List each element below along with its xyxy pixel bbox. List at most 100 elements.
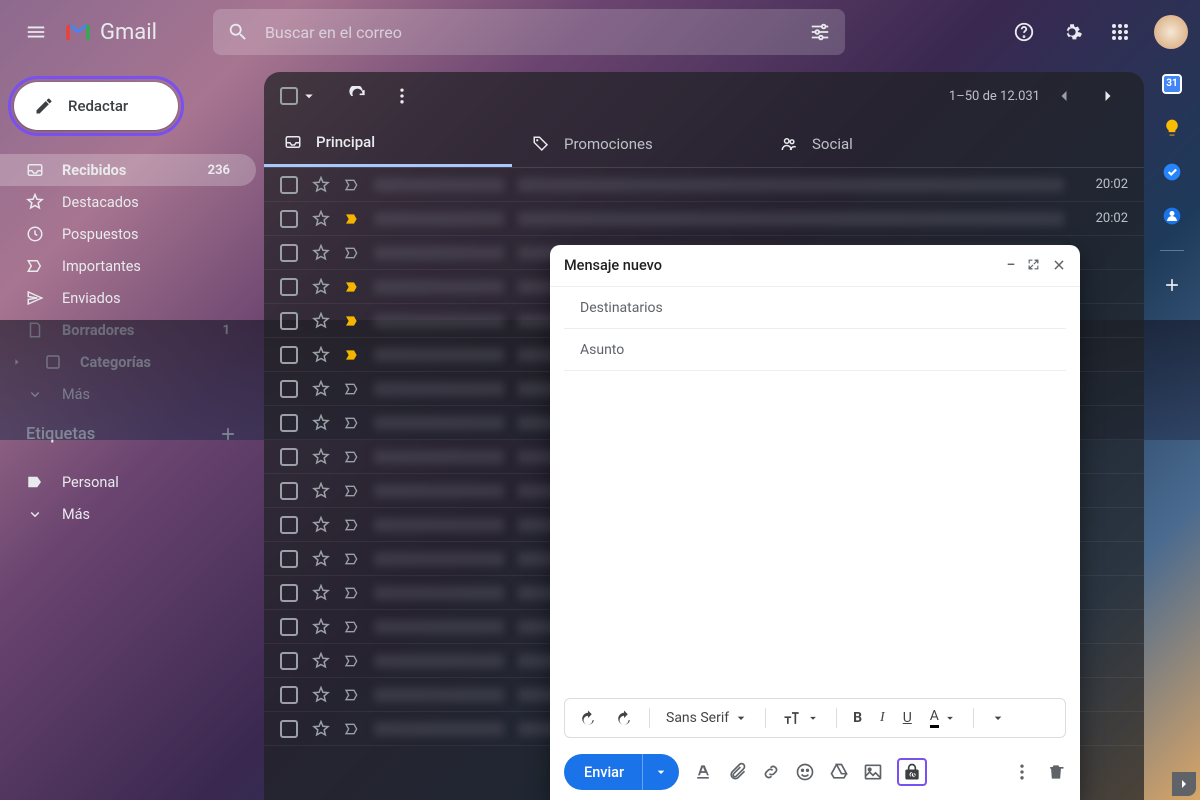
calendar-app-icon[interactable]: 31 <box>1162 74 1182 94</box>
send-button[interactable]: Enviar <box>564 754 679 790</box>
star-icon[interactable] <box>312 720 330 738</box>
mail-row[interactable]: 20:02 <box>264 168 1144 202</box>
star-icon[interactable] <box>312 380 330 398</box>
text-color-button[interactable]: A <box>924 704 963 732</box>
important-marker[interactable] <box>344 381 360 397</box>
important-marker[interactable] <box>344 347 360 363</box>
link-icon[interactable] <box>761 762 781 782</box>
compose-button[interactable]: Redactar <box>14 82 178 130</box>
important-marker[interactable] <box>344 653 360 669</box>
contacts-app-icon[interactable] <box>1162 206 1182 226</box>
star-icon[interactable] <box>312 312 330 330</box>
sidebar-item-destacados[interactable]: Destacados <box>0 186 256 218</box>
row-checkbox[interactable] <box>280 652 298 670</box>
italic-button[interactable]: I <box>874 706 891 730</box>
sidebar-item-importantes[interactable]: Importantes <box>0 250 256 282</box>
search-input[interactable] <box>265 23 793 42</box>
minimize-button[interactable]: – <box>1007 258 1015 273</box>
star-icon[interactable] <box>312 346 330 364</box>
star-icon[interactable] <box>312 448 330 466</box>
settings-button[interactable] <box>1052 12 1092 52</box>
more-options-icon[interactable] <box>1012 762 1032 782</box>
expand-icon[interactable] <box>1027 258 1040 271</box>
format-more-button[interactable] <box>984 706 1012 730</box>
row-checkbox[interactable] <box>280 482 298 500</box>
row-checkbox[interactable] <box>280 686 298 704</box>
important-marker[interactable] <box>344 483 360 499</box>
star-icon[interactable] <box>312 414 330 432</box>
apps-button[interactable] <box>1100 12 1140 52</box>
star-icon[interactable] <box>312 516 330 534</box>
help-button[interactable] <box>1004 12 1044 52</box>
row-checkbox[interactable] <box>280 550 298 568</box>
bold-button[interactable]: B <box>847 706 868 730</box>
subject-field[interactable]: Asunto <box>564 329 1066 371</box>
row-checkbox[interactable] <box>280 448 298 466</box>
recipients-field[interactable]: Destinatarios <box>564 287 1066 329</box>
image-icon[interactable] <box>863 762 883 782</box>
gmail-logo[interactable]: Gmail <box>64 18 157 46</box>
search-options-icon[interactable] <box>809 21 831 43</box>
row-checkbox[interactable] <box>280 176 298 194</box>
important-marker[interactable] <box>344 211 360 227</box>
font-size-button[interactable] <box>776 704 826 732</box>
important-marker[interactable] <box>344 245 360 261</box>
row-checkbox[interactable] <box>280 720 298 738</box>
close-icon[interactable] <box>1052 258 1066 272</box>
row-checkbox[interactable] <box>280 346 298 364</box>
account-avatar[interactable] <box>1154 15 1188 49</box>
tab-promociones[interactable]: Promociones <box>512 120 760 167</box>
important-marker[interactable] <box>344 721 360 737</box>
sidebar-item-pospuestos[interactable]: Pospuestos <box>0 218 256 250</box>
sidebar-item-enviados[interactable]: Enviados <box>0 282 256 314</box>
chevron-down-icon[interactable] <box>300 87 318 105</box>
label-item-más[interactable]: Más <box>0 498 256 530</box>
star-icon[interactable] <box>312 278 330 296</box>
mail-row[interactable]: 20:02 <box>264 202 1144 236</box>
row-checkbox[interactable] <box>280 584 298 602</box>
add-app-button[interactable] <box>1162 275 1182 295</box>
sidebar-item-recibidos[interactable]: Recibidos236 <box>0 154 256 186</box>
undo-button[interactable] <box>573 705 603 731</box>
star-icon[interactable] <box>312 482 330 500</box>
star-icon[interactable] <box>312 176 330 194</box>
row-checkbox[interactable] <box>280 414 298 432</box>
label-item-personal[interactable]: Personal <box>0 466 256 498</box>
keep-app-icon[interactable] <box>1162 118 1182 138</box>
main-menu-button[interactable] <box>12 8 60 56</box>
star-icon[interactable] <box>312 244 330 262</box>
tab-social[interactable]: Social <box>760 120 1008 167</box>
prev-page-button[interactable] <box>1044 76 1084 116</box>
important-marker[interactable] <box>344 517 360 533</box>
important-marker[interactable] <box>344 449 360 465</box>
important-marker[interactable] <box>344 585 360 601</box>
tab-principal[interactable]: Principal <box>264 120 512 167</box>
search-bar[interactable] <box>213 9 845 55</box>
row-checkbox[interactable] <box>280 210 298 228</box>
confidential-mode-icon[interactable] <box>902 762 922 782</box>
row-checkbox[interactable] <box>280 244 298 262</box>
compose-body[interactable] <box>550 371 1080 698</box>
important-marker[interactable] <box>344 313 360 329</box>
important-marker[interactable] <box>344 619 360 635</box>
font-select[interactable]: Sans Serif <box>660 706 755 730</box>
important-marker[interactable] <box>344 279 360 295</box>
send-options-button[interactable] <box>642 754 679 790</box>
important-marker[interactable] <box>344 551 360 567</box>
redo-button[interactable] <box>609 705 639 731</box>
star-icon[interactable] <box>312 618 330 636</box>
next-page-button[interactable] <box>1088 76 1128 116</box>
discard-icon[interactable] <box>1046 762 1066 782</box>
row-checkbox[interactable] <box>280 312 298 330</box>
collapse-panel-button[interactable] <box>1172 772 1196 796</box>
text-format-icon[interactable] <box>693 762 713 782</box>
row-checkbox[interactable] <box>280 516 298 534</box>
star-icon[interactable] <box>312 686 330 704</box>
more-button[interactable] <box>382 76 422 116</box>
row-checkbox[interactable] <box>280 618 298 636</box>
star-icon[interactable] <box>312 652 330 670</box>
star-icon[interactable] <box>312 550 330 568</box>
drive-icon[interactable] <box>829 762 849 782</box>
refresh-button[interactable] <box>338 76 378 116</box>
emoji-icon[interactable] <box>795 762 815 782</box>
